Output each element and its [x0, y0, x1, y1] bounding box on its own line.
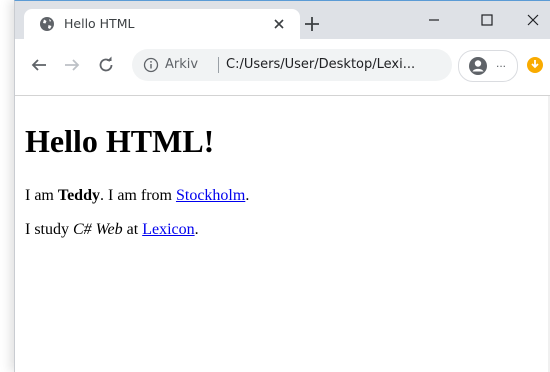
page-heading: Hello HTML!	[25, 123, 215, 159]
close-tab-icon[interactable]	[272, 17, 286, 31]
globe-icon	[40, 17, 54, 31]
title-bar: Hello HTML	[15, 1, 550, 39]
subject-text: C# Web	[73, 221, 123, 238]
tab-hello-html[interactable]: Hello HTML	[24, 9, 300, 39]
extension-icon[interactable]	[526, 56, 544, 74]
maximize-icon[interactable]	[477, 10, 497, 30]
study-line: I study C# Web at Lexicon.	[25, 221, 199, 239]
back-arrow-icon[interactable]	[30, 56, 48, 74]
intro-middle: . I am from	[99, 187, 176, 204]
tab-title: Hello HTML	[64, 16, 135, 31]
intro-line: I am Teddy. I am from Stockholm.	[25, 187, 249, 205]
browser-toolbar: Arkiv C:/Users/User/Desktop/Lexi... ...	[15, 39, 550, 96]
profile-label: ...	[496, 56, 507, 70]
info-icon[interactable]	[143, 57, 159, 73]
minimize-icon[interactable]	[424, 10, 444, 30]
url-text[interactable]: C:/Users/User/Desktop/Lexi...	[226, 57, 415, 72]
close-window-icon[interactable]	[523, 10, 543, 30]
lexicon-link[interactable]: Lexicon	[142, 221, 194, 238]
study-suffix: .	[194, 221, 199, 238]
browser-window: Hello HTML Arkiv C:/Users/User/Desktop/L…	[14, 0, 550, 372]
security-chip-label[interactable]: Arkiv	[165, 57, 198, 72]
avatar-icon	[469, 57, 487, 75]
intro-suffix: .	[245, 187, 250, 204]
study-middle: at	[122, 221, 143, 238]
reload-icon[interactable]	[97, 56, 115, 74]
stockholm-link[interactable]: Stockholm	[176, 187, 245, 204]
address-bar[interactable]: Arkiv C:/Users/User/Desktop/Lexi...	[132, 49, 452, 81]
new-tab-icon[interactable]	[303, 15, 321, 33]
address-separator	[218, 57, 219, 73]
forward-arrow-icon[interactable]	[63, 56, 81, 74]
study-prefix: I study	[25, 221, 73, 238]
intro-prefix: I am	[25, 187, 58, 204]
name-text: Teddy	[57, 187, 100, 204]
page-content: Hello HTML! I am Teddy. I am from Stockh…	[15, 96, 550, 372]
profile-button[interactable]: ...	[458, 50, 518, 82]
